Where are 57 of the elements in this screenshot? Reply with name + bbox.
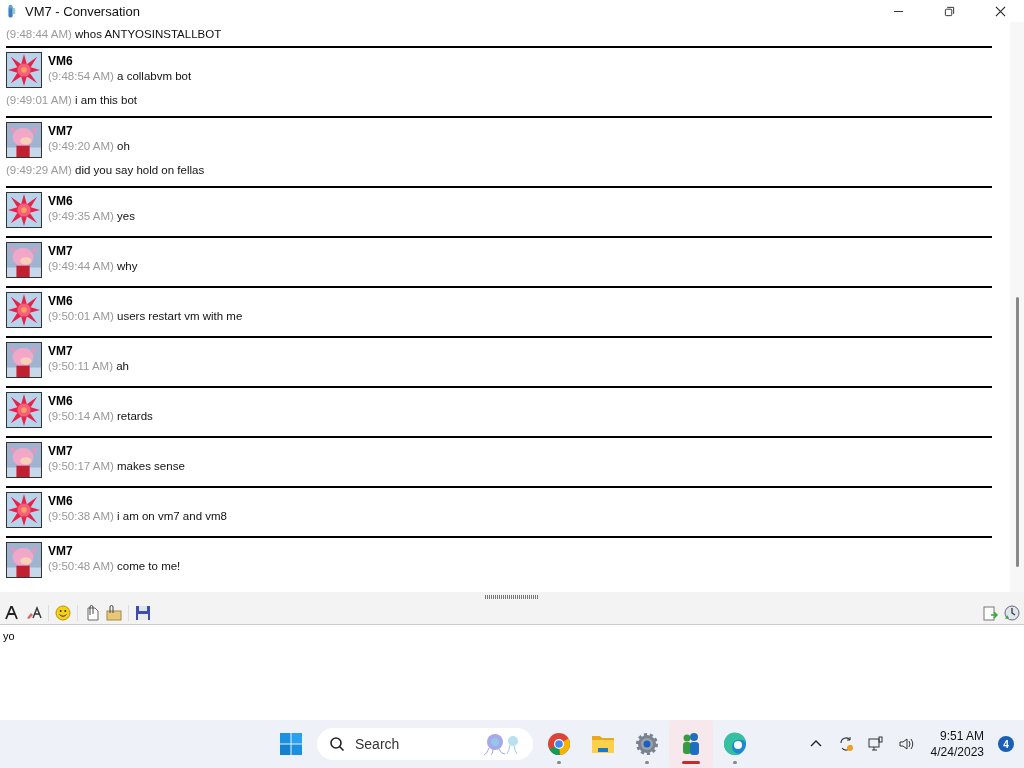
message-line: (9:49:20 AM) oh: [48, 139, 130, 154]
message-line: (9:48:44 AM) whos ANTYOSINSTALLBOT: [6, 28, 222, 40]
sender-name: VM7: [48, 544, 74, 558]
sender-name: VM6: [48, 54, 74, 68]
message-line: (9:50:01 AM) users restart vm with me: [48, 309, 243, 324]
save-icon[interactable]: [135, 605, 151, 621]
clock-time[interactable]: 9:51 AM: [939, 728, 984, 744]
search-bar[interactable]: Search: [317, 728, 533, 760]
volume-icon[interactable]: [897, 736, 914, 752]
message-line: (9:50:11 AM) ah: [48, 359, 129, 374]
chrome-icon[interactable]: [547, 732, 571, 756]
sender-name: VM7: [48, 444, 74, 458]
start-icon[interactable]: [279, 732, 303, 756]
sender-name: VM6: [48, 194, 74, 208]
running-indicator: [645, 761, 649, 764]
settings-icon[interactable]: [635, 732, 659, 756]
taskbar-button[interactable]: [669, 720, 713, 768]
message-line: (9:49:44 AM) why: [48, 259, 138, 274]
sender-name: VM7: [48, 124, 74, 138]
network-icon[interactable]: [867, 736, 884, 752]
message-line: (9:50:14 AM) retards: [48, 409, 153, 424]
message-line: (9:49:29 AM) did you say hold on fellas: [6, 164, 205, 176]
attach-folder-icon[interactable]: [106, 605, 122, 621]
app-icon: [5, 3, 17, 19]
scrollbar[interactable]: [1010, 22, 1024, 592]
font-icon[interactable]: [4, 605, 20, 621]
scrollbar-thumb[interactable]: [1015, 297, 1019, 567]
history-icon[interactable]: [1004, 605, 1020, 621]
message-line: (9:50:17 AM) makes sense: [48, 459, 185, 474]
sender-name: VM7: [48, 344, 74, 358]
sender-name: VM7: [48, 244, 74, 258]
clipboard-icon[interactable]: [982, 605, 998, 621]
message-line: (9:49:35 AM) yes: [48, 209, 135, 224]
search-input[interactable]: Search: [353, 735, 477, 753]
restore-icon[interactable]: [944, 5, 955, 17]
running-indicator: [557, 761, 561, 764]
message-input[interactable]: yo: [0, 625, 606, 647]
message-line: (9:48:54 AM) a collabvm bot: [48, 69, 192, 84]
message-line: (9:50:38 AM) i am on vm7 and vm8: [48, 509, 227, 524]
notification-badge[interactable]: 4: [998, 736, 1014, 752]
edge-icon[interactable]: [723, 732, 747, 756]
sender-name: VM6: [48, 494, 74, 508]
message-line: (9:50:48 AM) come to me!: [48, 559, 181, 574]
running-indicator: [733, 761, 737, 764]
sender-name: VM6: [48, 294, 74, 308]
attach-file-icon[interactable]: [84, 605, 100, 621]
splitter-handle[interactable]: [485, 595, 539, 599]
font-color-icon[interactable]: [26, 605, 42, 621]
smiley-icon[interactable]: [55, 605, 71, 621]
message-line: (9:49:01 AM) i am this bot: [6, 94, 138, 106]
sync-icon[interactable]: [837, 736, 854, 752]
running-indicator: [682, 761, 700, 764]
window-title: VM7 - Conversation: [25, 3, 140, 19]
sender-name: VM6: [48, 394, 74, 408]
search-icon: [329, 736, 345, 752]
clock-date[interactable]: 4/24/2023: [930, 744, 984, 760]
close-icon[interactable]: [995, 5, 1006, 17]
